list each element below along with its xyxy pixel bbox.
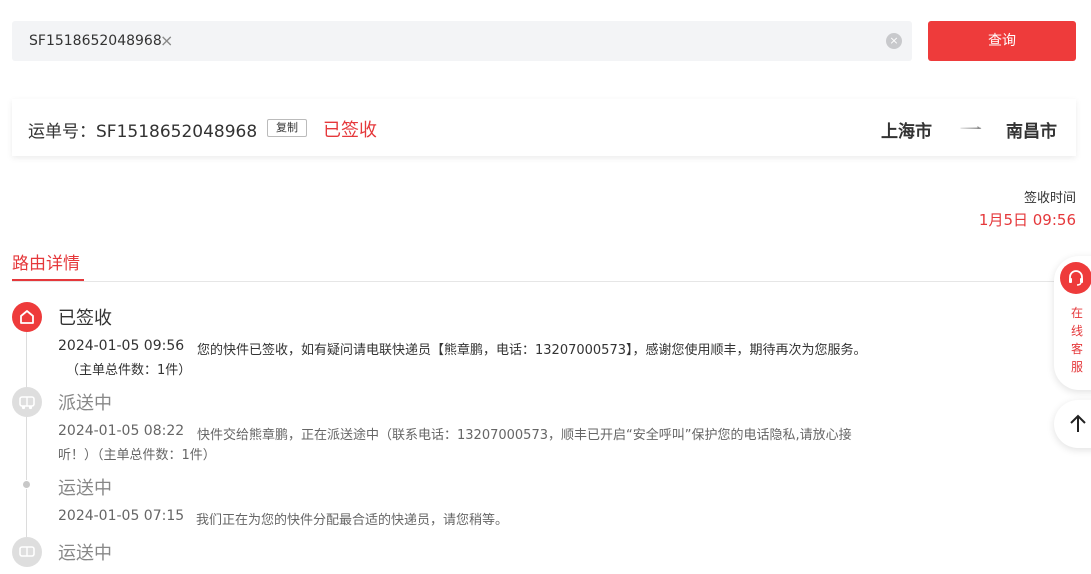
timeline-status: 运送中 bbox=[58, 543, 112, 564]
clear-circle-icon[interactable]: × bbox=[886, 33, 902, 49]
copy-button[interactable]: 复制 bbox=[267, 119, 307, 137]
timeline-line bbox=[26, 332, 27, 388]
search-input[interactable]: SF1518652048968 × × bbox=[12, 21, 912, 61]
online-service-button[interactable]: 在线客服 bbox=[1054, 256, 1091, 390]
timeline-status: 已签收 bbox=[58, 308, 112, 329]
timeline-status: 派送中 bbox=[58, 393, 112, 414]
timeline-time: 2024-01-05 08:22 bbox=[58, 423, 185, 439]
close-icon[interactable]: × bbox=[160, 31, 173, 50]
divider bbox=[12, 281, 1076, 282]
waybill-number: 运单号：SF1518652048968 bbox=[28, 122, 258, 142]
arrow-up-icon bbox=[1070, 414, 1086, 432]
search-tag: SF1518652048968 bbox=[29, 33, 162, 49]
timeline-node bbox=[12, 387, 42, 417]
timeline-desc: 您的快件已签收，如有疑问请电联快递员【熊章鹏，电话：13207000573】，感… bbox=[197, 343, 867, 358]
timeline-dot bbox=[23, 481, 30, 488]
timeline-time: 2024-01-05 09:56 bbox=[58, 338, 185, 354]
waybill-status: 已签收 bbox=[323, 120, 377, 141]
tab-route-detail[interactable]: 路由详情 bbox=[12, 249, 80, 274]
timeline-desc: 我们正在为您的快件分配最合适的快递员，请您稍等。 bbox=[196, 513, 509, 528]
online-service-label: 在线客服 bbox=[1071, 306, 1084, 374]
destination-city: 南昌市 bbox=[1006, 122, 1057, 142]
house-icon bbox=[20, 310, 34, 324]
timeline-node bbox=[12, 302, 42, 332]
sign-time-label: 签收时间 bbox=[1023, 191, 1076, 206]
timeline-desc-cont: 听！）（主单总件数：1件） bbox=[58, 448, 216, 463]
timeline-status: 运送中 bbox=[58, 478, 112, 499]
truck-icon bbox=[19, 546, 35, 557]
timeline-line bbox=[26, 489, 27, 537]
truck-icon bbox=[19, 396, 35, 410]
back-to-top-button[interactable] bbox=[1054, 400, 1091, 448]
arrow-right-icon bbox=[960, 126, 982, 129]
headset-icon bbox=[1060, 262, 1091, 294]
timeline-time: 2024-01-05 07:15 bbox=[58, 508, 185, 524]
timeline-desc-cont: （主单总件数：1件） bbox=[66, 363, 192, 378]
timeline-node bbox=[12, 537, 42, 567]
timeline-line bbox=[26, 416, 27, 480]
query-button[interactable]: 查询 bbox=[928, 21, 1076, 61]
waybill-card: 运单号：SF1518652048968 复制 已签收 上海市 南昌市 bbox=[12, 99, 1076, 156]
sign-time-value: 1月5日 09:56 bbox=[978, 211, 1076, 229]
origin-city: 上海市 bbox=[881, 122, 932, 142]
timeline-desc: 快件交给熊章鹏，正在派送途中（联系电话：13207000573，顺丰已开启“安全… bbox=[197, 428, 852, 443]
